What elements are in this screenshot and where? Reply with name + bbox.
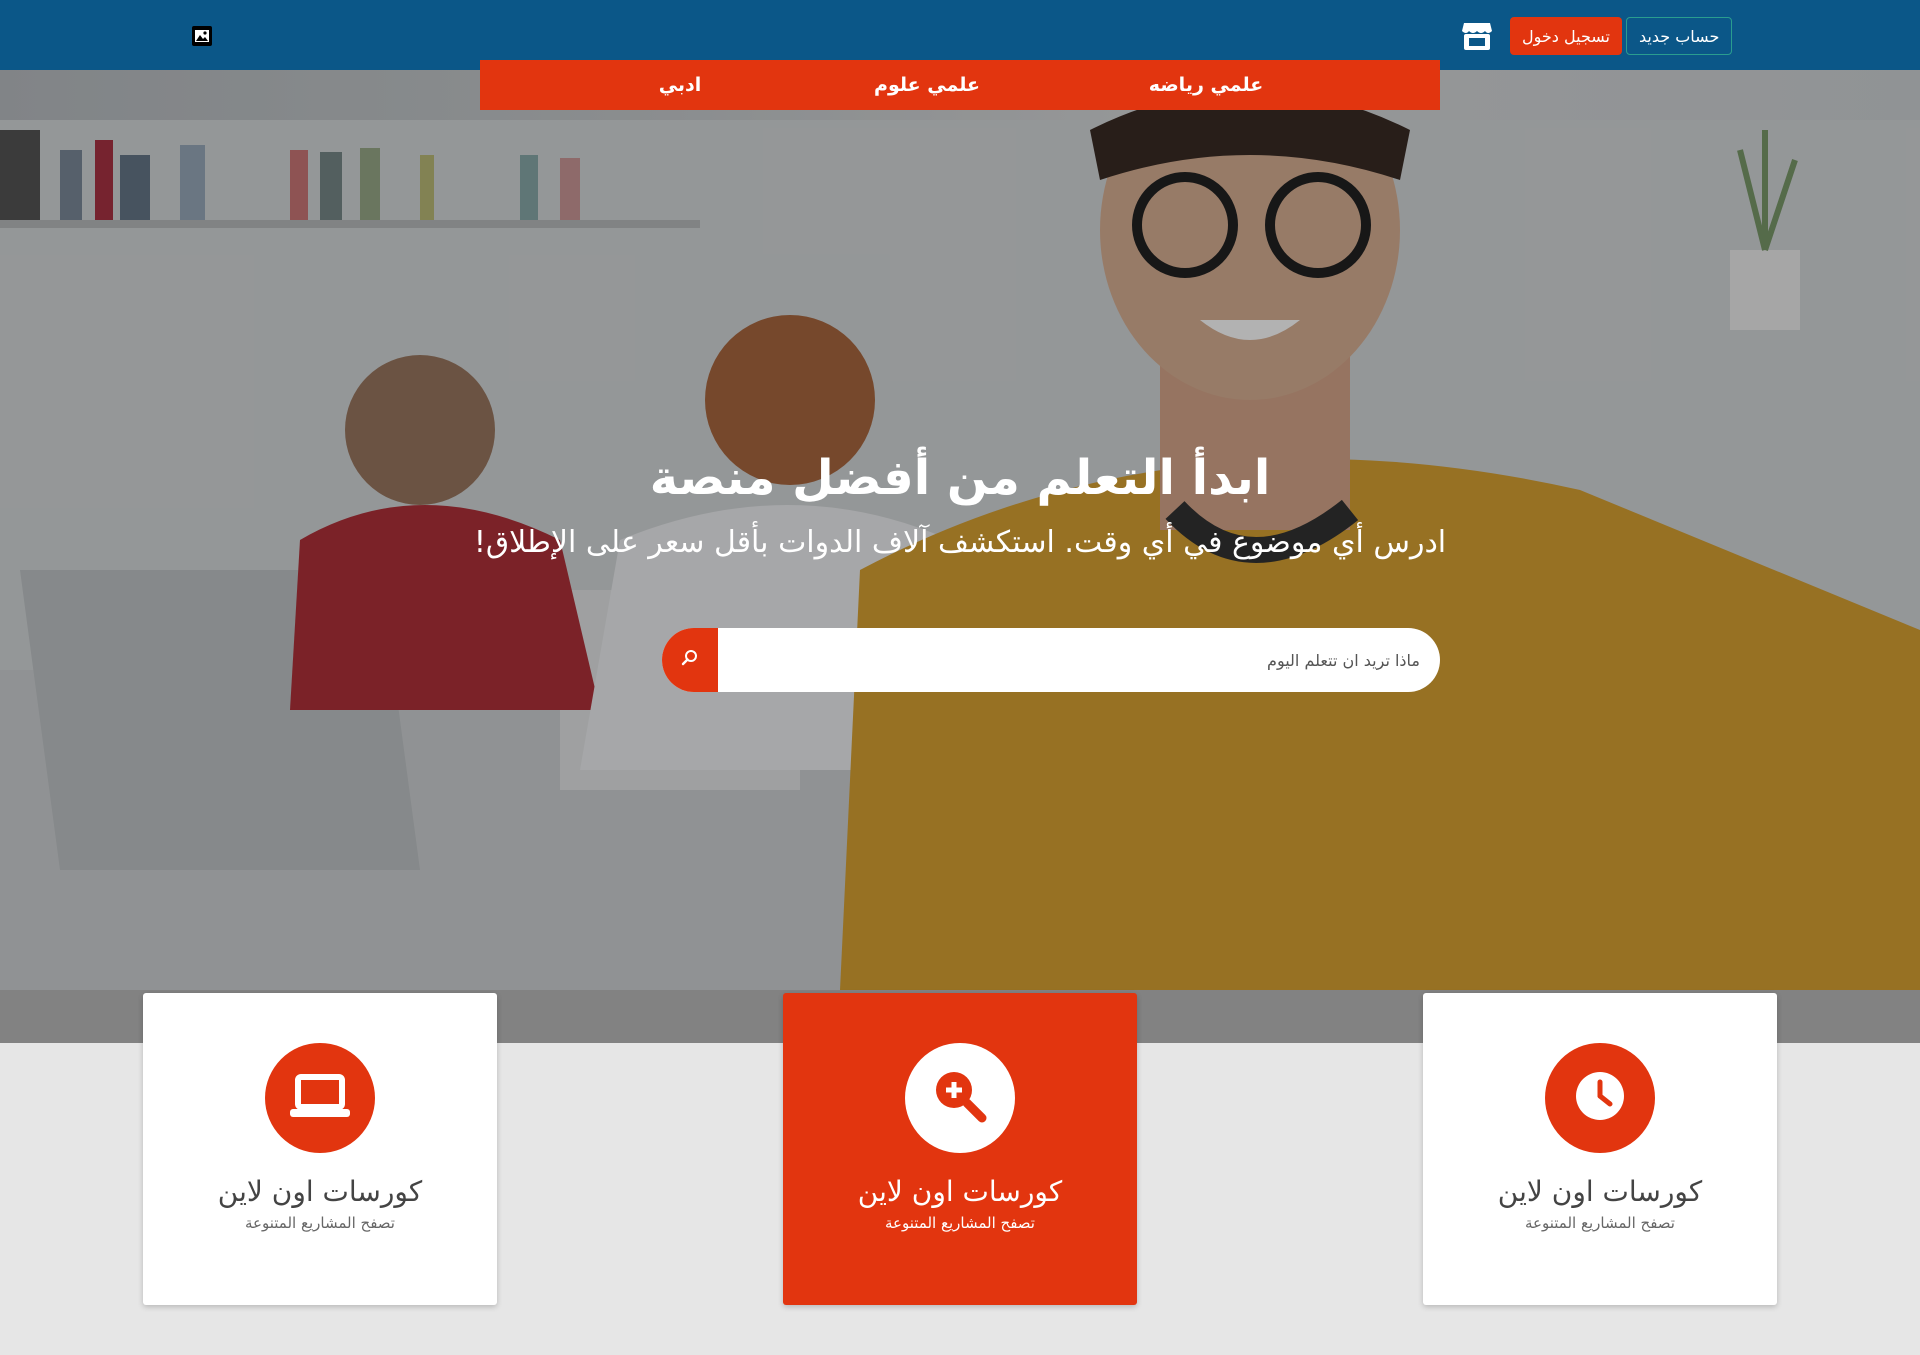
hero-title: ابدأ التعلم من أفضل منصة (649, 450, 1271, 506)
feature-card-online-courses[interactable]: كورسات اون لاين تصفح المشاريع المتنوعة (143, 993, 497, 1305)
clock-icon (1574, 1070, 1626, 1126)
login-button[interactable]: تسجيل دخول (1510, 17, 1622, 55)
feature-description: تصفح المشاريع المتنوعة (885, 1214, 1035, 1232)
search-icon (681, 649, 699, 671)
zoom-in-icon (932, 1068, 988, 1128)
feature-title: كورسات اون لاين (1497, 1175, 1703, 1208)
feature-icon-circle (905, 1043, 1015, 1153)
image-icon[interactable] (192, 26, 212, 46)
register-button[interactable]: حساب جديد (1626, 17, 1733, 55)
category-nav: علمي رياضه علمي علوم ادبي (480, 60, 1440, 110)
category-scientific-science[interactable]: علمي علوم (874, 60, 980, 110)
feature-description: تصفح المشاريع المتنوعة (1525, 1214, 1675, 1232)
store-icon[interactable] (1460, 19, 1494, 53)
search-bar (662, 628, 1440, 692)
feature-title: كورسات اون لاين (857, 1175, 1063, 1208)
feature-description: تصفح المشاريع المتنوعة (245, 1214, 395, 1232)
feature-card-anytime[interactable]: كورسات اون لاين تصفح المشاريع المتنوعة (1423, 993, 1777, 1305)
search-button[interactable] (662, 628, 718, 692)
hero-subtitle: !ادرس أي موضوع في أي وقت. استكشف آلاف ال… (473, 525, 1447, 560)
search-input[interactable] (718, 628, 1440, 692)
category-scientific-math[interactable]: علمي رياضه (1149, 60, 1263, 110)
laptop-icon (288, 1073, 352, 1123)
feature-icon-circle (265, 1043, 375, 1153)
category-literary[interactable]: ادبي (659, 60, 702, 110)
feature-title: كورسات اون لاين (217, 1175, 423, 1208)
feature-icon-circle (1545, 1043, 1655, 1153)
auth-group: تسجيل دخول حساب جديد (1460, 16, 1733, 56)
feature-card-browse[interactable]: كورسات اون لاين تصفح المشاريع المتنوعة (783, 993, 1137, 1305)
